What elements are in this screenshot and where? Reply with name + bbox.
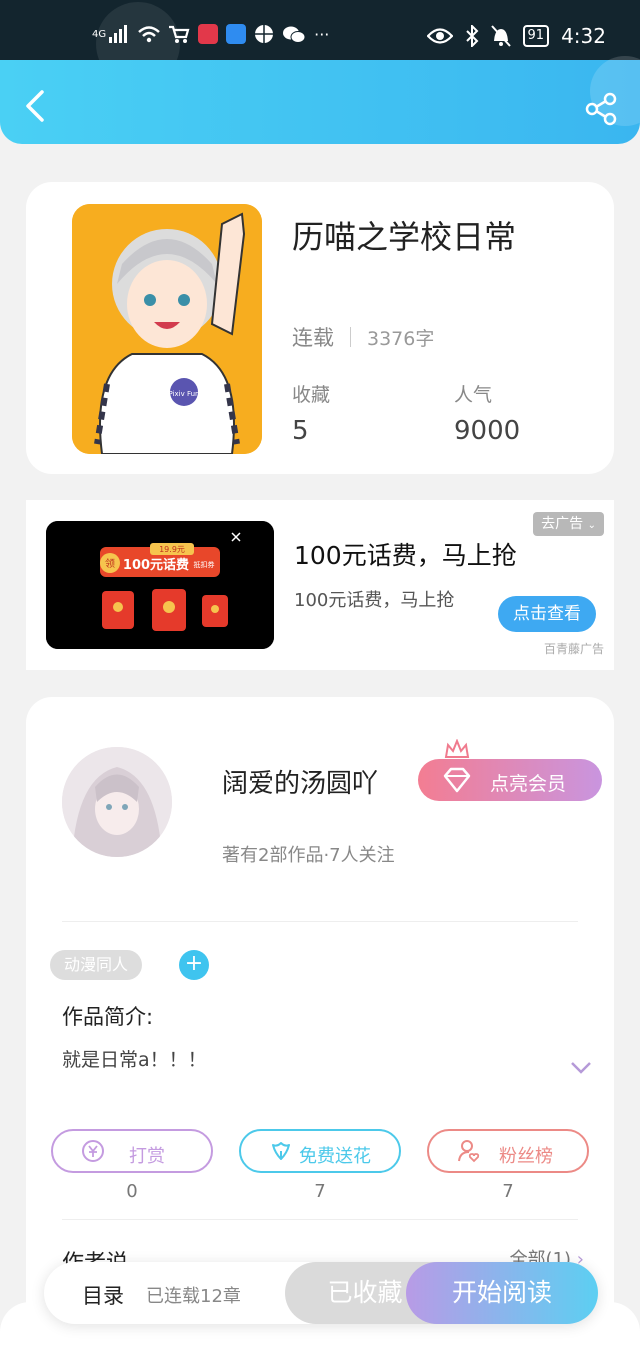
diamond-icon: [443, 767, 471, 793]
separator: [350, 327, 351, 347]
clock: 4:32: [561, 24, 606, 48]
anime-girl-illustration: Pixiv Fun: [72, 204, 262, 454]
crown-icon: [444, 739, 470, 758]
book-info-card: Pixiv Fun 历喵之学校日常 连载 3376字 收藏 5 人气 9000: [26, 182, 614, 474]
expand-chevron-icon[interactable]: [570, 1061, 592, 1075]
divider: [62, 1219, 578, 1220]
top-app-bar: [0, 56, 640, 144]
author-name[interactable]: 阔爱的汤圆吖: [222, 763, 378, 800]
add-tag-button[interactable]: +: [179, 950, 209, 980]
tip-count: 0: [126, 1181, 138, 1202]
popularity-label: 人气: [454, 384, 493, 406]
send-flower-button[interactable]: 免费送花: [239, 1129, 401, 1173]
more-notifications: ···: [314, 24, 330, 44]
flower-count: 7: [314, 1181, 326, 1202]
ad-image-price: 19.9元: [159, 545, 185, 554]
ad-banner[interactable]: 19.9元 领 100元话费 抵扣券 去广告 ⌄ 100元话费，马上抢 100元…: [26, 500, 614, 670]
flower-icon: [272, 1142, 290, 1160]
eye-icon: [426, 28, 453, 44]
cover-badge: Pixiv Fun: [169, 390, 200, 398]
ad-image-amount: 100元话费: [123, 557, 189, 573]
yen-coin-icon: [82, 1140, 104, 1162]
status-bar: 4G ··· 91 4:32: [0, 0, 640, 86]
cart-icon: [169, 25, 190, 43]
serialized-chapters: 已连载12章: [146, 1286, 241, 1307]
book-cover[interactable]: Pixiv Fun: [72, 204, 262, 454]
ad-image-sub: 抵扣券: [194, 560, 215, 569]
wifi-icon: [138, 26, 160, 43]
vip-button-label: 点亮会员: [490, 773, 567, 795]
bluetooth-icon: [465, 25, 478, 47]
intro-text: 就是日常a！！！: [62, 1049, 207, 1071]
back-arrow-icon[interactable]: [22, 88, 52, 124]
intro-label: 作品简介:: [62, 1005, 154, 1029]
fan-user-icon: [458, 1140, 480, 1163]
author-meta: 著有2部作品·7人关注: [222, 845, 395, 866]
fan-count: 7: [502, 1181, 514, 1202]
fan-ranking-button[interactable]: 粉丝榜: [427, 1129, 589, 1173]
ad-view-button[interactable]: 点击查看: [498, 596, 596, 632]
genre-tag[interactable]: 动漫同人: [50, 950, 143, 980]
start-reading-button[interactable]: 开始阅读: [406, 1262, 598, 1324]
signal-icon: [109, 25, 128, 43]
tip-label: 打赏: [129, 1146, 165, 1167]
book-app-icon: [198, 24, 219, 44]
divider: [62, 921, 578, 922]
network-label: 4G: [92, 28, 107, 40]
favorites-value: 5: [292, 416, 309, 446]
ad-image-tag: 领: [105, 557, 115, 570]
send-flower-label: 免费送花: [299, 1146, 371, 1167]
ad-description: 100元话费，马上抢: [294, 590, 455, 611]
remove-ad-button[interactable]: 去广告 ⌄: [533, 512, 604, 536]
word-count: 3376字: [367, 327, 435, 350]
popularity-value: 9000: [454, 416, 521, 446]
avatar[interactable]: [62, 747, 172, 857]
basketball-icon: [255, 25, 274, 43]
book-status-row: 连载 3376字: [292, 322, 434, 352]
mute-icon: [490, 25, 511, 47]
battery-level: 91: [522, 25, 550, 47]
book-title: 历喵之学校日常: [292, 218, 517, 256]
tip-button[interactable]: 打赏: [51, 1129, 213, 1173]
table-of-contents-button[interactable]: 目录: [82, 1280, 124, 1310]
ad-title: 100元话费，马上抢: [294, 541, 517, 570]
bottom-action-bar: 目录 已连载12章 已收藏 开始阅读: [44, 1262, 598, 1324]
search-app-icon: [226, 24, 247, 44]
favorites-label: 收藏: [292, 384, 331, 406]
ad-image[interactable]: 19.9元 领 100元话费 抵扣券: [46, 521, 274, 649]
vip-button[interactable]: 点亮会员: [418, 739, 602, 801]
serial-status: 连载: [292, 326, 334, 350]
remove-ad-label: 去广告: [541, 516, 584, 532]
fan-ranking-label: 粉丝榜: [499, 1146, 553, 1167]
ad-source: 百青藤广告: [543, 642, 604, 656]
wechat-icon: [283, 26, 306, 43]
share-icon[interactable]: [584, 92, 618, 126]
chevron-down-icon: ⌄: [587, 520, 596, 531]
